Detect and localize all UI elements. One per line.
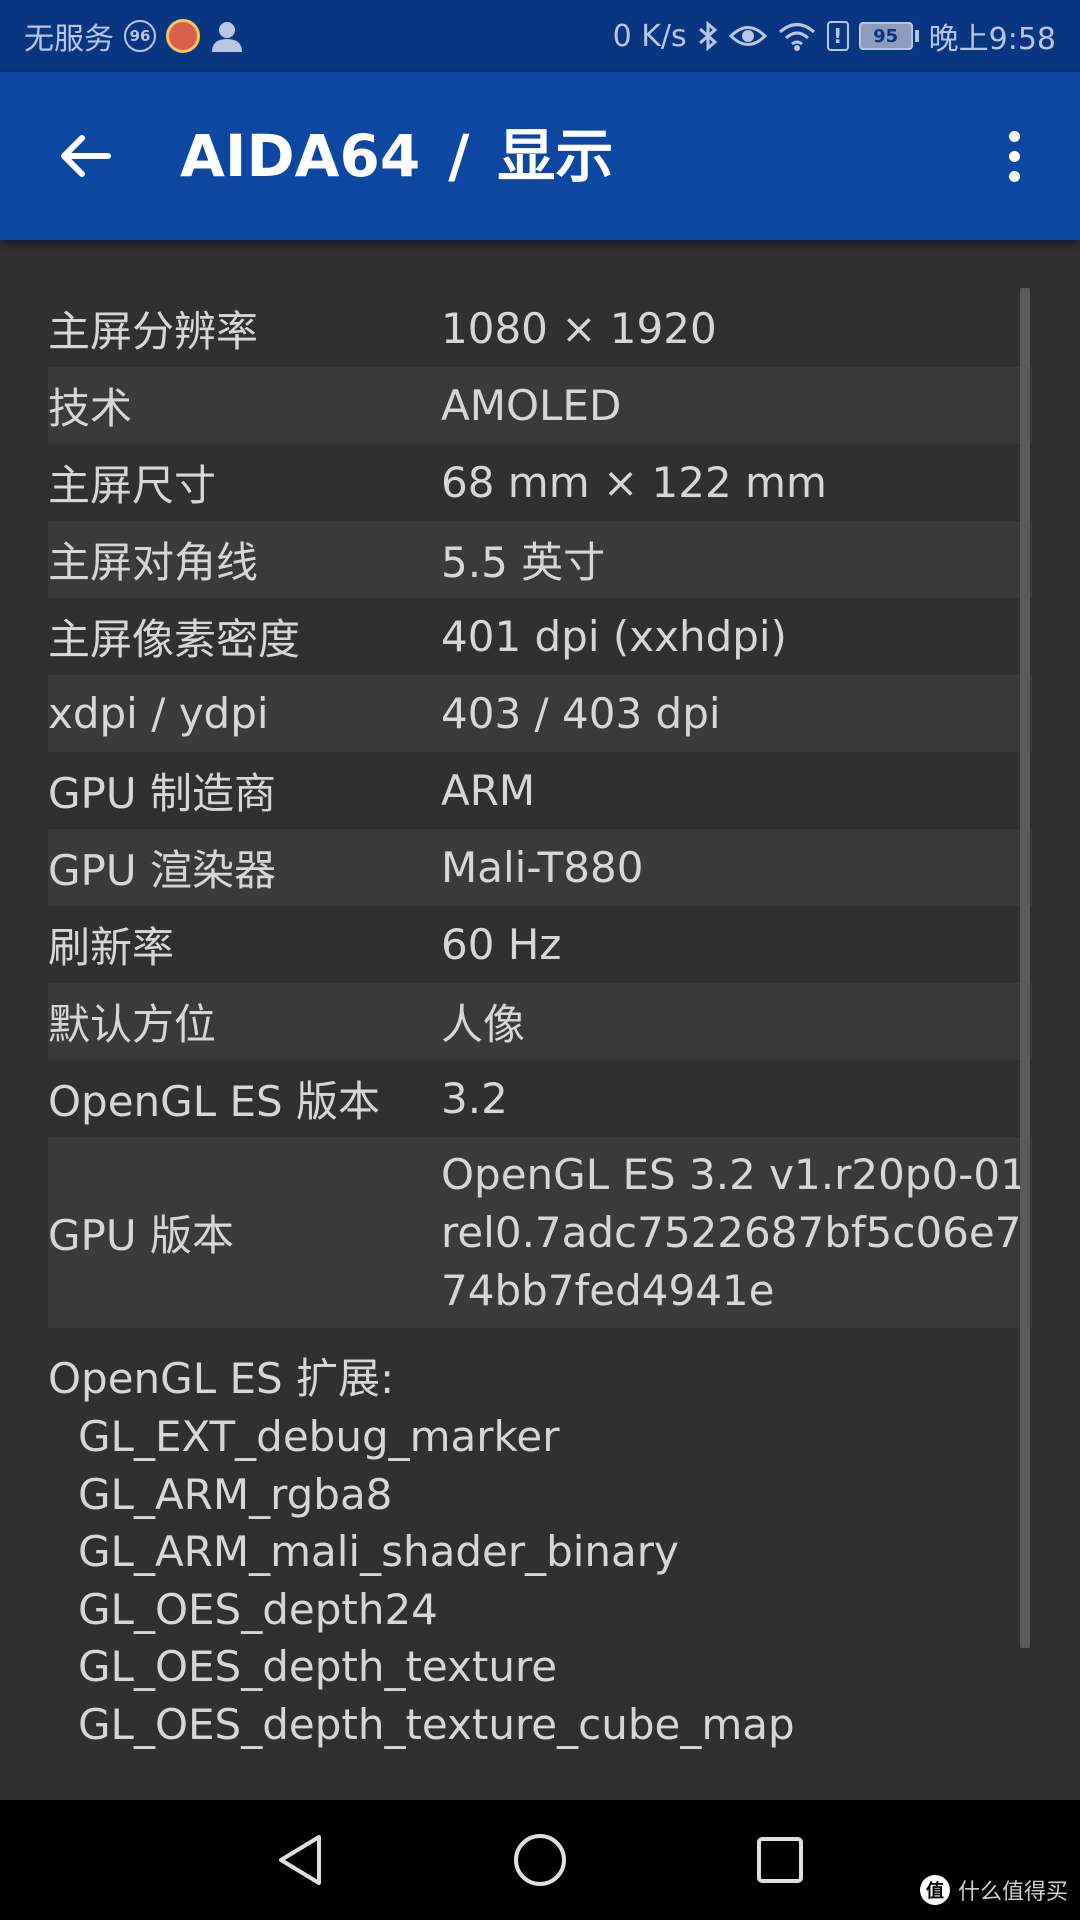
nav-back-button[interactable]	[268, 1828, 332, 1892]
info-row-gpu-renderer: GPU 渲染器 Mali-T880	[48, 829, 1032, 906]
info-row-opengl-version: OpenGL ES 版本 3.2	[48, 1060, 1032, 1137]
info-row-pixel-density: 主屏像素密度 401 dpi (xxhdpi)	[48, 598, 1032, 675]
more-vert-icon-dot	[1008, 150, 1020, 162]
row-label: GPU 渲染器	[48, 846, 276, 895]
section-name: 显示	[497, 122, 614, 190]
carrier-text: 无服务	[24, 22, 114, 57]
row-label: xdpi / ydpi	[48, 689, 269, 738]
extensions-list: GL_EXT_debug_marker GL_ARM_rgba8 GL_ARM_…	[48, 1408, 1032, 1753]
row-label: GPU 制造商	[48, 769, 276, 818]
info-row-screen-size: 主屏尺寸 68 mm × 122 mm	[48, 444, 1032, 521]
row-label: 主屏像素密度	[48, 615, 301, 664]
alert-icon: !	[826, 21, 849, 51]
row-value: 人像	[441, 1000, 526, 1049]
battery-tip	[914, 30, 919, 42]
extensions-title: OpenGL ES 扩展:	[48, 1354, 395, 1403]
user-icon	[210, 19, 244, 53]
row-value: AMOLED	[441, 381, 622, 430]
more-options-button[interactable]	[978, 116, 1050, 196]
row-label: 主屏分辨率	[48, 307, 259, 356]
battery-level: 95	[858, 22, 913, 50]
watermark-text: 什么值得买	[957, 1880, 1068, 1905]
row-label: 主屏对角线	[48, 538, 259, 587]
info-row-refresh-rate: 刷新率 60 Hz	[48, 906, 1032, 983]
extension-item: GL_OES_depth_texture	[78, 1642, 558, 1691]
info-row-diagonal: 主屏对角线 5.5 英寸	[48, 521, 1032, 598]
nav-home-button[interactable]	[508, 1828, 572, 1892]
home-circle-icon	[514, 1834, 566, 1886]
info-row-gpu-vendor: GPU 制造商 ARM	[48, 752, 1032, 829]
app-notification-icon	[166, 19, 200, 53]
extension-item: GL_ARM_rgba8	[78, 1469, 393, 1519]
gpu-version-line: OpenGL ES 3.2 v1.r20p0-01	[441, 1149, 1027, 1199]
page-title: AIDA64 / 显示	[180, 72, 613, 240]
eye-icon	[728, 23, 767, 49]
status-bar: 无服务 96 0 K/s ! 95 晚上9:58	[0, 0, 1080, 72]
back-triangle-icon	[279, 1835, 321, 1885]
extension-item: GL_OES_depth_texture_cube_map	[78, 1699, 795, 1749]
network-speed: 0 K/s	[612, 18, 687, 54]
battery-icon: 95	[858, 22, 919, 50]
row-value: 1080 × 1920	[441, 304, 717, 353]
row-label: OpenGL ES 版本	[48, 1077, 381, 1126]
back-button[interactable]	[50, 120, 122, 192]
info-row-orientation: 默认方位 人像	[48, 983, 1032, 1060]
watermark-logo: 值	[919, 1875, 950, 1905]
app-name: AIDA64	[180, 122, 421, 190]
row-value: 3.2	[441, 1074, 508, 1123]
bluetooth-icon	[697, 20, 719, 52]
info-row-technology: 技术 AMOLED	[48, 367, 1032, 444]
status-bar-left: 无服务 96	[24, 14, 244, 58]
info-row-resolution: 主屏分辨率 1080 × 1920	[48, 290, 1032, 367]
status-bar-right: 0 K/s ! 95 晚上9:58	[613, 14, 1056, 58]
navigation-bar: 值 什么值得买	[0, 1800, 1080, 1920]
more-vert-icon-dot	[1008, 130, 1020, 142]
scrollbar[interactable]	[1020, 288, 1030, 1648]
row-label: 技术	[48, 384, 133, 433]
row-value: 60 Hz	[441, 920, 562, 969]
row-value: ARM	[441, 766, 536, 815]
info-row-xdpi-ydpi: xdpi / ydpi 403 / 403 dpi	[48, 675, 1032, 752]
gpu-version-line: rel0.7adc7522687bf5c06e7	[441, 1207, 1022, 1257]
row-value: Mali-T880	[441, 843, 644, 892]
clock-time: 晚上9:58	[928, 22, 1056, 57]
extension-item: GL_OES_depth24	[78, 1584, 438, 1634]
row-label: GPU 版本	[48, 1211, 234, 1260]
extension-item: GL_ARM_mali_shader_binary	[78, 1527, 679, 1576]
more-vert-icon-dot	[1008, 170, 1020, 182]
row-label: 主屏尺寸	[48, 461, 217, 510]
recents-square-icon	[757, 1837, 803, 1883]
notification-count-icon: 96	[124, 20, 156, 52]
wifi-icon	[777, 21, 817, 51]
extension-item: GL_EXT_debug_marker	[78, 1412, 560, 1461]
info-row-gpu-version: GPU 版本 OpenGL ES 3.2 v1.r20p0-01 rel0.7a…	[48, 1137, 1032, 1328]
watermark: 值 什么值得买	[919, 1874, 1068, 1906]
row-label: 默认方位	[48, 1000, 217, 1049]
gpu-version-line: 74bb7fed4941e	[441, 1265, 775, 1315]
display-info-list: 主屏分辨率 1080 × 1920 技术 AMOLED 主屏尺寸 68 mm ×…	[48, 290, 1032, 1753]
title-separator: /	[448, 122, 470, 190]
nav-recents-button[interactable]	[748, 1828, 812, 1892]
app-bar: AIDA64 / 显示	[0, 72, 1080, 240]
row-value: 5.5 英寸	[441, 538, 606, 587]
arrow-left-icon	[61, 135, 111, 177]
row-value: 403 / 403 dpi	[441, 689, 721, 738]
row-value: 401 dpi (xxhdpi)	[441, 612, 787, 661]
row-label: 刷新率	[48, 923, 175, 972]
row-value-multiline: OpenGL ES 3.2 v1.r20p0-01 rel0.7adc75226…	[441, 1146, 1032, 1320]
row-value: 68 mm × 122 mm	[441, 458, 827, 507]
